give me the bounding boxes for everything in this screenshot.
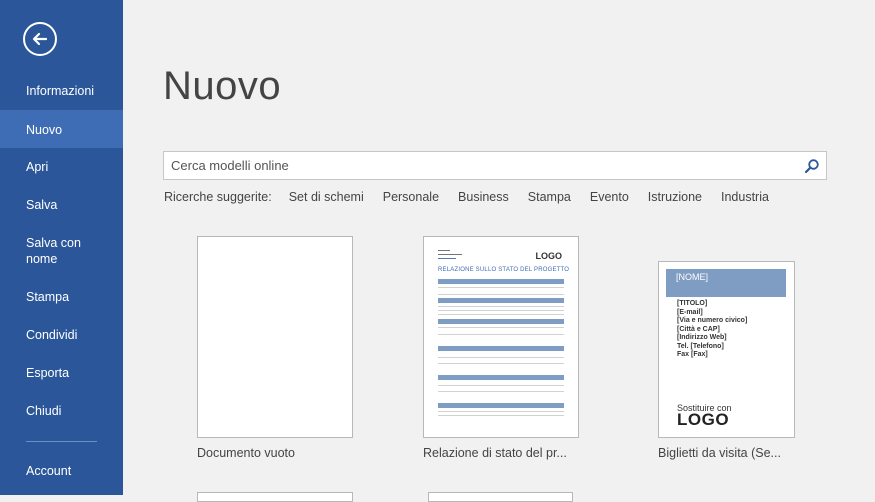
suggested-personale[interactable]: Personale xyxy=(383,190,439,204)
report-thumb-line xyxy=(438,415,564,416)
nav-account[interactable]: Account xyxy=(0,463,123,483)
template-status-report[interactable]: ▬▬▬▬ ▬▬▬▬▬▬▬▬ ▬▬▬▬▬▬ LOGO RELAZIONE SULL… xyxy=(423,236,579,438)
report-thumb-text: ▬▬▬▬▬▬ xyxy=(438,256,456,260)
report-thumb-line xyxy=(438,314,564,315)
report-thumb-bar xyxy=(438,346,564,351)
suggested-label: Ricerche suggerite: xyxy=(164,190,272,204)
card-thumb-name: [NOME] xyxy=(666,269,786,297)
page-title: Nuovo xyxy=(163,64,282,108)
report-thumb-line xyxy=(438,385,564,386)
report-thumb-bar xyxy=(438,319,564,324)
search-input[interactable] xyxy=(171,156,791,175)
template-blank-document[interactable] xyxy=(197,236,353,438)
report-thumb-bar xyxy=(438,298,564,303)
template-label: Relazione di stato del pr... xyxy=(423,446,567,460)
backstage-sidebar: Informazioni Nuovo Apri Salva Salva con … xyxy=(0,0,123,495)
nav-chiudi[interactable]: Chiudi xyxy=(0,403,123,423)
report-thumb-line xyxy=(438,327,564,328)
report-thumb-line xyxy=(438,306,564,307)
report-thumb-bar xyxy=(438,375,564,380)
suggested-istruzione[interactable]: Istruzione xyxy=(648,190,702,204)
report-thumb-heading: RELAZIONE SULLO STATO DEL PROGETTO xyxy=(438,267,570,273)
report-thumb-logo: LOGO xyxy=(535,251,563,261)
report-thumb-line xyxy=(438,391,564,392)
report-thumb-line xyxy=(438,411,564,412)
report-thumb-bar xyxy=(438,279,564,284)
nav-stampa[interactable]: Stampa xyxy=(0,289,123,309)
report-thumb-line xyxy=(438,357,564,358)
search-box[interactable] xyxy=(163,151,827,180)
template-business-cards[interactable]: [NOME] [TITOLO] [E-mail] [Via e numero c… xyxy=(658,261,795,438)
suggested-searches: Ricerche suggerite: Set di schemi Person… xyxy=(164,190,788,204)
nav-divider xyxy=(26,441,97,442)
report-thumb-line xyxy=(438,363,564,364)
nav-apri[interactable]: Apri xyxy=(0,159,123,179)
suggested-business[interactable]: Business xyxy=(458,190,509,204)
report-thumb-line xyxy=(438,310,564,311)
report-thumb-line xyxy=(438,287,564,288)
nav-salva-con-nome[interactable]: Salva con nome xyxy=(0,235,110,271)
suggested-stampa[interactable]: Stampa xyxy=(528,190,571,204)
search-icon[interactable] xyxy=(804,158,820,174)
suggested-evento[interactable]: Evento xyxy=(590,190,629,204)
nav-salva[interactable]: Salva xyxy=(0,197,123,217)
nav-esporta[interactable]: Esporta xyxy=(0,365,123,385)
report-thumb-line xyxy=(438,294,564,295)
template-next-row[interactable] xyxy=(428,492,573,502)
template-next-row[interactable] xyxy=(197,492,353,502)
nav-condividi[interactable]: Condividi xyxy=(0,327,123,347)
report-thumb-bar xyxy=(438,403,564,408)
card-thumb-logo: LOGO xyxy=(677,410,730,429)
template-label: Documento vuoto xyxy=(197,446,295,460)
report-thumb-line xyxy=(438,334,564,335)
template-label: Biglietti da visita (Se... xyxy=(658,446,781,460)
nav-informazioni[interactable]: Informazioni xyxy=(0,83,123,103)
card-thumb-lines: [TITOLO] [E-mail] [Via e numero civico] … xyxy=(677,300,748,358)
suggested-industria[interactable]: Industria xyxy=(721,190,769,204)
suggested-set-di-schemi[interactable]: Set di schemi xyxy=(289,190,364,204)
back-arrow-icon xyxy=(32,32,48,46)
back-button[interactable] xyxy=(23,22,57,56)
nav-nuovo[interactable]: Nuovo xyxy=(0,110,123,148)
